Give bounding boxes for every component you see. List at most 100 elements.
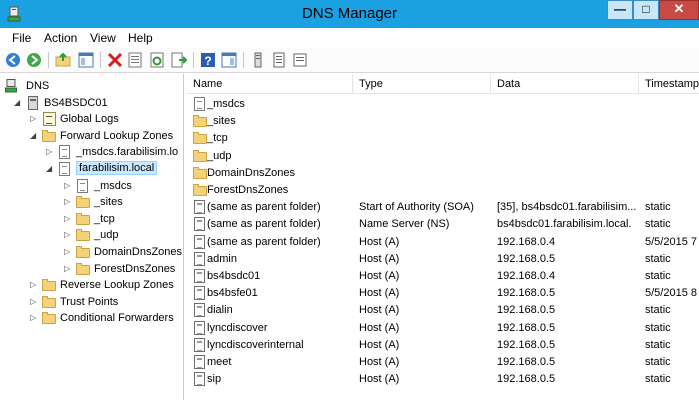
record-timestamp: static	[645, 338, 671, 351]
tree-node[interactable]: ◢ farabilisim.local	[0, 161, 183, 178]
close-button[interactable]: ✕	[659, 0, 699, 20]
record-name: lyncdiscover	[207, 321, 268, 334]
record-icon	[193, 269, 207, 283]
record-row[interactable]: dialin Host (A) 192.168.0.5 static	[187, 302, 699, 319]
record-name: DomainDnsZones	[207, 166, 296, 179]
record-row[interactable]: bs4bsfe01 Host (A) 192.168.0.5 5/5/2015 8	[187, 285, 699, 302]
up-folder-icon[interactable]	[54, 51, 72, 69]
forward-arrow-icon[interactable]	[25, 51, 43, 69]
show-hide-tree-icon[interactable]	[77, 51, 95, 69]
record-row[interactable]: lyncdiscover Host (A) 192.168.0.5 static	[187, 320, 699, 337]
expand-icon[interactable]: ▷	[64, 181, 72, 191]
menu-view[interactable]: View	[90, 31, 116, 45]
new-alias-icon[interactable]	[270, 51, 288, 69]
expand-icon[interactable]: ▷	[64, 197, 72, 207]
tree-node[interactable]: ▷ _msdcs.farabilisim.lo	[0, 144, 183, 161]
record-type: Host (A)	[359, 373, 400, 386]
expand-icon[interactable]: ▷	[30, 297, 38, 307]
record-row[interactable]: (same as parent folder) Start of Authorit…	[187, 199, 699, 216]
menu-help[interactable]: Help	[128, 31, 153, 45]
record-timestamp: static	[645, 304, 671, 317]
records-list-pane[interactable]: Name Type Data Timestamp _msdcs _sites _tc…	[187, 74, 699, 400]
tree-node[interactable]: ◢ Forward Lookup Zones	[0, 128, 183, 145]
menu-action[interactable]: Action	[44, 31, 77, 45]
record-row[interactable]: _msdcs	[187, 96, 699, 113]
menu-bar: File Action View Help	[0, 28, 699, 48]
record-name: meet	[207, 356, 232, 368]
tree-node[interactable]: ▷ DomainDnsZones	[0, 244, 183, 261]
record-name: ForestDnsZones	[207, 184, 289, 196]
column-header-data[interactable]: Data	[491, 74, 639, 94]
collapse-icon[interactable]: ◢	[14, 98, 22, 108]
tree-node[interactable]: ◢ BS4BSDC01	[0, 95, 183, 112]
back-arrow-icon[interactable]	[4, 51, 22, 69]
record-row[interactable]: (same as parent folder) Name Server (NS) b…	[187, 216, 699, 233]
expand-icon[interactable]: ▷	[30, 114, 38, 124]
maximize-button[interactable]: □	[633, 0, 659, 20]
record-data: 192.168.0.4	[497, 235, 556, 248]
record-row[interactable]: admin Host (A) 192.168.0.5 static	[187, 251, 699, 268]
expand-icon[interactable]: ▷	[64, 264, 72, 274]
properties-icon[interactable]	[126, 51, 144, 69]
tree-node[interactable]: DNS	[0, 78, 183, 95]
expand-icon[interactable]: ▷	[64, 214, 72, 224]
tree-node[interactable]: ▷ _tcp	[0, 211, 183, 228]
record-row[interactable]: _sites	[187, 113, 699, 130]
record-row[interactable]: sip Host (A) 192.168.0.5 static	[187, 371, 699, 388]
record-row[interactable]: ForestDnsZones	[187, 182, 699, 199]
record-name: _msdcs	[207, 98, 245, 110]
record-data: 192.168.0.5	[497, 304, 556, 317]
tree-node[interactable]: ▷ Trust Points	[0, 294, 183, 311]
tree-node-label: farabilisim.local	[76, 161, 158, 175]
folder-icon	[42, 129, 58, 143]
record-name: _tcp	[207, 132, 228, 145]
zone-icon	[58, 145, 74, 160]
record-row[interactable]: meet Host (A) 192.168.0.5 static	[187, 354, 699, 371]
record-row[interactable]: _udp	[187, 148, 699, 165]
column-header-name[interactable]: Name	[187, 74, 353, 94]
show-hide-action-pane-icon[interactable]	[220, 51, 238, 69]
tree-pane[interactable]: DNS ◢ BS4BSDC01 ▷ Global Logs ◢ Forward Lookup…	[0, 74, 184, 400]
record-timestamp: static	[645, 252, 671, 265]
global-logs-icon	[42, 112, 58, 127]
help-icon[interactable]: ?	[199, 51, 217, 69]
tree-node[interactable]: ▷ _udp	[0, 227, 183, 244]
expand-icon[interactable]: ▷	[30, 313, 38, 323]
column-header-type[interactable]: Type	[353, 74, 491, 94]
record-row[interactable]: DomainDnsZones	[187, 165, 699, 182]
record-row[interactable]: lyncdiscoverinternal Host (A) 192.168.0.5 s…	[187, 337, 699, 354]
record-type: Host (A)	[359, 287, 400, 300]
new-host-icon[interactable]	[249, 51, 267, 69]
svg-text:?: ?	[204, 54, 211, 68]
export-list-icon[interactable]	[170, 51, 188, 69]
record-row[interactable]: (same as parent folder) Host (A) 192.168.0…	[187, 234, 699, 251]
tree-node[interactable]: ▷ Reverse Lookup Zones	[0, 277, 183, 294]
minimize-button[interactable]: —	[607, 0, 633, 20]
column-header-timestamp[interactable]: Timestamp	[639, 74, 699, 94]
delete-icon[interactable]	[106, 51, 124, 69]
tree-node[interactable]: ▷ Conditional Forwarders	[0, 310, 183, 327]
tree-node[interactable]: ▷ _sites	[0, 194, 183, 211]
tree-node[interactable]: ▷ _msdcs	[0, 178, 183, 195]
refresh-icon[interactable]	[148, 51, 166, 69]
expand-icon[interactable]: ▷	[30, 280, 38, 290]
expand-icon[interactable]: ▷	[64, 247, 72, 257]
expand-icon[interactable]: ▷	[64, 230, 72, 240]
tree-node[interactable]: ▷ ForestDnsZones	[0, 261, 183, 278]
folder-icon	[42, 295, 58, 309]
record-name: bs4bsdc01	[207, 270, 261, 282]
collapse-icon[interactable]: ◢	[46, 164, 54, 174]
new-mail-exchanger-icon[interactable]	[291, 51, 309, 69]
record-row[interactable]: _tcp	[187, 130, 699, 147]
record-row[interactable]: bs4bsdc01 Host (A) 192.168.0.4 static	[187, 268, 699, 285]
record-icon	[193, 234, 207, 249]
tree-node-label: Conditional Forwarders	[60, 312, 174, 325]
record-timestamp: static	[645, 356, 671, 368]
expand-icon[interactable]: ▷	[46, 147, 54, 157]
collapse-icon[interactable]: ◢	[30, 131, 38, 141]
tree-node-label: _msdcs.farabilisim.lo	[76, 146, 179, 159]
menu-file[interactable]: File	[12, 31, 31, 45]
record-icon	[193, 320, 207, 335]
tree-node[interactable]: ▷ Global Logs	[0, 111, 183, 128]
folder-icon	[42, 311, 58, 325]
